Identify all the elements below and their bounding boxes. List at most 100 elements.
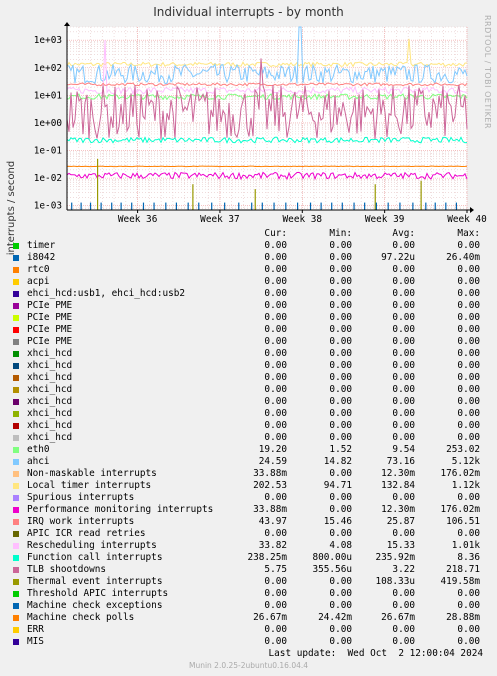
legend-max-value: 5.12k [451, 456, 480, 467]
legend-cur-value: 0.00 [264, 432, 287, 443]
legend-avg-value: 0.00 [392, 636, 415, 647]
legend-avg-value: 0.00 [392, 288, 415, 299]
legend-cur-value: 202.53 [253, 480, 287, 491]
legend-swatch [13, 291, 19, 297]
legend-swatch [13, 603, 19, 609]
legend-min-value: 0.00 [329, 372, 352, 383]
legend-cur-value: 0.00 [264, 588, 287, 599]
legend-swatch [13, 375, 19, 381]
y-tick-label: 1e+02 [34, 63, 62, 74]
header-cur: Cur: [264, 228, 287, 239]
legend-max-value: 0.00 [457, 384, 480, 395]
legend-max-value: 0.00 [457, 600, 480, 611]
legend-cur-value: 24.59 [258, 456, 287, 467]
series-7 [66, 165, 468, 168]
legend-max-value: 0.00 [457, 348, 480, 359]
legend-max-value: 0.00 [457, 336, 480, 347]
legend-min-value: 0.00 [329, 324, 352, 335]
legend-swatch [13, 615, 19, 621]
legend-avg-value: 0.00 [392, 324, 415, 335]
legend-row: xhci_hcd 0.00 0.00 0.00 0.00 [0, 360, 497, 372]
legend-min-value: 0.00 [329, 636, 352, 647]
legend-row: eth0 19.20 1.52 9.54 253.02 [0, 444, 497, 456]
legend-row: IRQ work interrupts 43.97 15.46 25.87 106.51 [0, 516, 497, 528]
legend-row: Performance monitoring interrupts 33.88m 0… [0, 504, 497, 516]
legend-swatch [13, 303, 19, 309]
legend-row: Non-maskable interrupts 33.88m 0.00 12.30m 1… [0, 468, 497, 480]
legend-max-value: 0.00 [457, 636, 480, 647]
legend-min-value: 0.00 [329, 252, 352, 263]
legend-cur-value: 238.25m [247, 552, 287, 563]
legend-series-name: ahci [27, 456, 50, 467]
legend-cur-value: 0.00 [264, 264, 287, 275]
legend-avg-value: 3.22 [392, 564, 415, 575]
legend-avg-value: 0.00 [392, 396, 415, 407]
legend-max-value: 0.00 [457, 288, 480, 299]
legend-swatch [13, 639, 19, 645]
legend-swatch [13, 591, 19, 597]
legend-row: xhci_hcd 0.00 0.00 0.00 0.00 [0, 396, 497, 408]
legend-swatch [13, 267, 19, 273]
legend-cur-value: 0.00 [264, 384, 287, 395]
legend-row: Local timer interrupts 202.53 94.71 132.84 1… [0, 480, 497, 492]
y-tick-label: 1e-02 [34, 173, 62, 184]
legend-series-name: xhci_hcd [27, 348, 73, 359]
legend-max-value: 176.02m [440, 468, 480, 479]
legend-max-value: 419.58m [440, 576, 480, 587]
legend-min-value: 0.00 [329, 420, 352, 431]
legend-max-value: 1.12k [451, 480, 480, 491]
legend-row: xhci_hcd 0.00 0.00 0.00 0.00 [0, 432, 497, 444]
legend-swatch [13, 483, 19, 489]
legend-cur-value: 0.00 [264, 576, 287, 587]
legend-series-name: Function call interrupts [27, 552, 163, 563]
y-tick-label: 1e-01 [34, 146, 63, 157]
legend-series-name: PCIe PME [27, 312, 73, 323]
legend-max-value: 253.02 [446, 444, 480, 455]
legend-swatch [13, 315, 19, 321]
legend-min-value: 0.00 [329, 468, 352, 479]
legend-cur-value: 0.00 [264, 360, 287, 371]
legend-series-name: xhci_hcd [27, 420, 73, 431]
y-tick-label: 1e+03 [34, 35, 62, 46]
legend-cur-value: 0.00 [264, 252, 287, 263]
legend-min-value: 1.52 [329, 444, 352, 455]
legend-row: acpi 0.00 0.00 0.00 0.00 [0, 276, 497, 288]
legend-cur-value: 0.00 [264, 420, 287, 431]
legend-swatch [13, 495, 19, 501]
legend-series-name: MIS [27, 636, 44, 647]
legend-min-value: 0.00 [329, 588, 352, 599]
legend-min-value: 0.00 [329, 300, 352, 311]
legend-swatch [13, 555, 19, 561]
legend-series-name: ERR [27, 624, 44, 635]
legend-cur-value: 0.00 [264, 492, 287, 503]
legend-max-value: 0.00 [457, 432, 480, 443]
legend-row: ehci_hcd:usb1, ehci_hcd:usb2 0.00 0.00 0.00… [0, 288, 497, 300]
legend-min-value: 0.00 [329, 360, 352, 371]
legend-avg-value: 0.00 [392, 384, 415, 395]
legend-row: Function call interrupts 238.25m 800.00u 23… [0, 552, 497, 564]
legend-cur-value: 33.88m [253, 468, 287, 479]
legend-row: Machine check polls 26.67m 24.42m 26.67m 28.… [0, 612, 497, 624]
legend-avg-value: 0.00 [392, 624, 415, 635]
legend-max-value: 218.71 [446, 564, 480, 575]
legend-min-value: 15.46 [323, 516, 352, 527]
legend-series-name: PCIe PME [27, 336, 73, 347]
legend-row: timer 0.00 0.00 0.00 0.00 [0, 240, 497, 252]
legend-row: ERR 0.00 0.00 0.00 0.00 [0, 624, 497, 636]
legend-avg-value: 0.00 [392, 348, 415, 359]
legend-row: Thermal event interrupts 0.00 0.00 108.33u 4… [0, 576, 497, 588]
legend-min-value: 0.00 [329, 492, 352, 503]
legend-min-value: 355.56u [312, 564, 352, 575]
legend-swatch [13, 447, 19, 453]
legend-cur-value: 0.00 [264, 312, 287, 323]
legend-min-value: 0.00 [329, 504, 352, 515]
legend-max-value: 26.40m [446, 252, 480, 263]
legend-avg-value: 0.00 [392, 300, 415, 311]
legend-series-name: timer [27, 240, 56, 251]
legend-min-value: 0.00 [329, 408, 352, 419]
legend-swatch [13, 519, 19, 525]
legend-min-value: 0.00 [329, 576, 352, 587]
legend-max-value: 8.36 [457, 552, 480, 563]
legend-series-name: Machine check exceptions [27, 600, 163, 611]
legend-min-value: 14.82 [323, 456, 352, 467]
